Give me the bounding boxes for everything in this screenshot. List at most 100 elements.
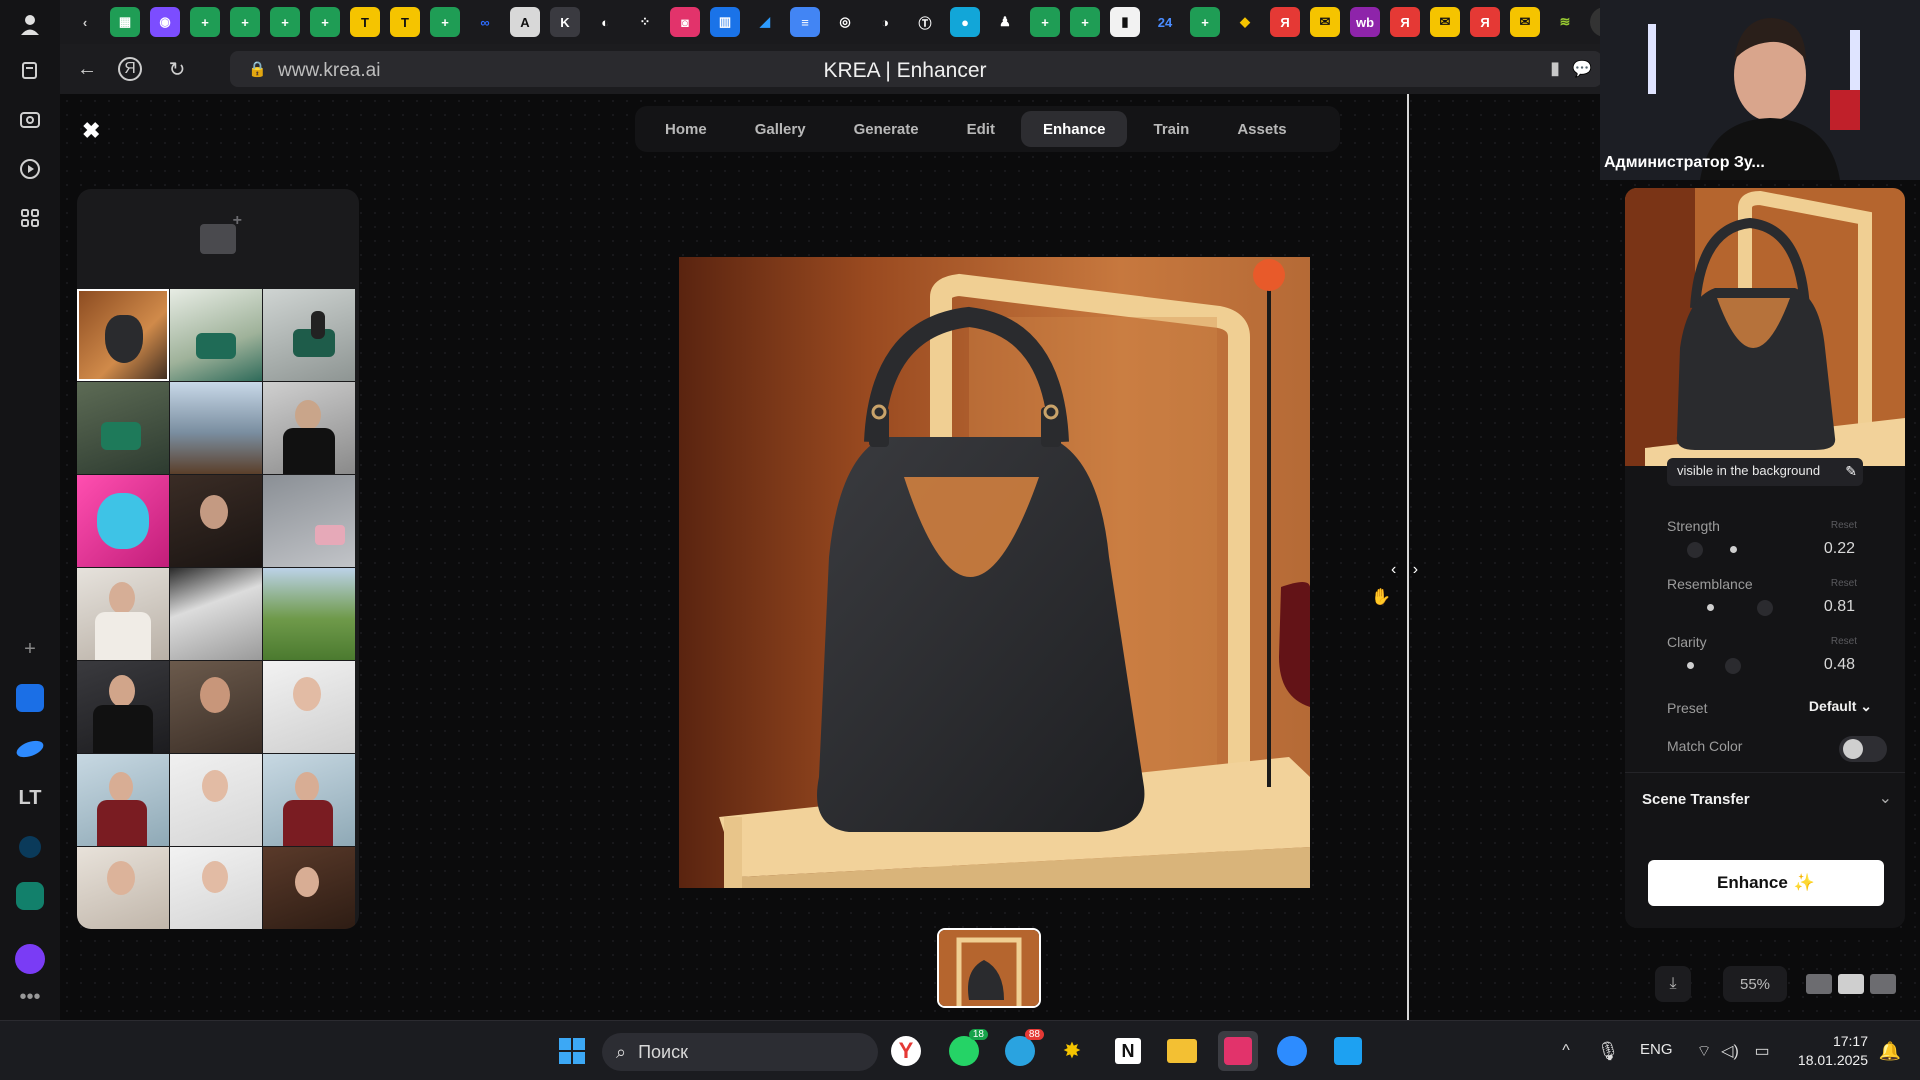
taskbar-search[interactable]: ⌕ Поиск xyxy=(602,1033,878,1071)
tab-sheets-icon[interactable]: + xyxy=(1030,7,1060,37)
match-color-toggle[interactable] xyxy=(1839,736,1887,762)
screenshot-icon[interactable] xyxy=(15,105,45,135)
tab-gray2-icon[interactable]: ◎ xyxy=(830,7,860,37)
whatsapp-icon[interactable]: 18 xyxy=(944,1029,988,1071)
add-icon[interactable]: + xyxy=(15,634,45,664)
tray-chevron-icon[interactable]: ^ xyxy=(1546,1031,1586,1071)
tab-person-icon[interactable]: ♟ xyxy=(990,7,1020,37)
yandex-icon[interactable]: Я xyxy=(118,57,142,81)
zoom-app-icon[interactable] xyxy=(1272,1031,1312,1071)
asset-thumb[interactable] xyxy=(77,382,169,474)
profile-icon[interactable] xyxy=(15,10,45,40)
tab-yellow-icon[interactable]: T xyxy=(350,7,380,37)
resemblance-slider[interactable]: Resemblance Reset 0.81 xyxy=(1667,576,1867,626)
tab-white-icon[interactable]: ▮ xyxy=(1110,7,1140,37)
clarity-slider[interactable]: Clarity Reset 0.48 xyxy=(1667,634,1867,684)
asset-thumb[interactable] xyxy=(77,568,169,660)
tab-sheets-icon[interactable]: + xyxy=(430,7,460,37)
single-view-icon[interactable] xyxy=(1806,974,1832,994)
download-icon[interactable]: ⤓ xyxy=(1655,966,1691,1002)
tab-yellow-icon[interactable]: T xyxy=(390,7,420,37)
sparkle-app-icon[interactable]: ✸ xyxy=(1052,1031,1092,1071)
url-field[interactable]: 🔒 www.krea.ai KREA | Enhancer ▮ xyxy=(230,51,1580,87)
asset-thumb[interactable] xyxy=(170,382,262,474)
active-app-icon[interactable] xyxy=(1218,1031,1258,1071)
tab-sheets-icon[interactable]: ▦ xyxy=(110,7,140,37)
prompt-field[interactable]: visible in the background ✎ xyxy=(1667,458,1863,486)
compare-split-line[interactable] xyxy=(1407,94,1409,1020)
strength-track[interactable] xyxy=(1687,542,1797,558)
nav-assets[interactable]: Assets xyxy=(1215,111,1308,147)
tab-mail-icon[interactable]: ✉ xyxy=(1430,7,1460,37)
asset-thumb[interactable] xyxy=(263,661,355,753)
enhanced-image[interactable] xyxy=(679,257,1310,888)
play-icon[interactable] xyxy=(15,154,45,184)
back-arrow-icon[interactable]: ← xyxy=(72,54,102,84)
krea-logo[interactable]: ✖ xyxy=(82,118,100,144)
preset-row[interactable]: Preset Default ⌄ xyxy=(1667,698,1872,722)
tab-wb-icon[interactable]: wb xyxy=(1350,7,1380,37)
notion-icon[interactable]: N xyxy=(1108,1031,1148,1071)
tab-sheets-icon[interactable]: + xyxy=(230,7,260,37)
nav-enhance[interactable]: Enhance xyxy=(1020,111,1128,147)
tab-24-icon[interactable]: 24 xyxy=(1150,7,1180,37)
language-indicator[interactable]: ENG xyxy=(1640,1041,1673,1058)
asset-thumb[interactable] xyxy=(77,475,169,567)
battery-icon[interactable]: ▭ xyxy=(1742,1031,1782,1071)
tab-sheets-icon[interactable]: + xyxy=(190,7,220,37)
tab-t-icon[interactable]: Ⓣ xyxy=(910,7,940,37)
tab-green-icon[interactable]: ≋ xyxy=(1550,7,1580,37)
strength-slider[interactable]: Strength Reset 0.22 xyxy=(1667,518,1867,568)
compare-handle-icon[interactable]: ‹ › xyxy=(1391,561,1424,579)
resemblance-track[interactable] xyxy=(1687,600,1797,616)
app-circle-icon[interactable] xyxy=(15,832,45,862)
back-tabs-icon[interactable]: ‹ xyxy=(70,7,100,37)
yandex-browser-icon[interactable]: Y xyxy=(886,1031,926,1071)
scene-transfer-row[interactable]: Scene Transfer ⌄ xyxy=(1642,788,1892,818)
clarity-knob[interactable] xyxy=(1725,658,1741,674)
tab-sheets-icon[interactable]: + xyxy=(310,7,340,37)
tab-sheets-icon[interactable]: + xyxy=(1070,7,1100,37)
tab-blue-icon[interactable]: ∞ xyxy=(470,7,500,37)
split-view-icon[interactable] xyxy=(1838,974,1864,994)
app-disk-icon[interactable] xyxy=(14,734,46,764)
draw-app-icon[interactable] xyxy=(1328,1031,1368,1071)
nav-gallery[interactable]: Gallery xyxy=(733,111,828,147)
asset-thumb[interactable] xyxy=(170,475,262,567)
asset-thumb[interactable] xyxy=(263,568,355,660)
resemblance-knob[interactable] xyxy=(1757,600,1773,616)
app-alice-icon[interactable] xyxy=(15,944,45,974)
strength-reset[interactable]: Reset xyxy=(1831,520,1857,531)
tab-chat-icon[interactable]: ● xyxy=(950,7,980,37)
tab-dots-icon[interactable]: ⁘ xyxy=(630,7,660,37)
asset-thumb[interactable] xyxy=(263,847,355,929)
tab-docs-icon[interactable]: ≡ xyxy=(790,7,820,37)
tab-krea-icon[interactable]: K xyxy=(550,7,580,37)
nav-generate[interactable]: Generate xyxy=(832,111,941,147)
asset-thumb[interactable] xyxy=(263,289,355,381)
notification-bell-icon[interactable]: 🔔 xyxy=(1870,1031,1910,1071)
asset-thumb[interactable] xyxy=(77,661,169,753)
zoom-level[interactable]: 55% xyxy=(1723,966,1787,1002)
collections-icon[interactable] xyxy=(15,56,45,86)
asset-thumb[interactable] xyxy=(263,754,355,846)
tab-mail-icon[interactable]: ✉ xyxy=(1310,7,1340,37)
result-thumbnail[interactable] xyxy=(937,928,1041,1008)
tab-purple-icon[interactable]: ◉ xyxy=(150,7,180,37)
nav-train[interactable]: Train xyxy=(1131,111,1211,147)
asset-thumb[interactable] xyxy=(77,289,169,381)
apps-grid-icon[interactable] xyxy=(15,203,45,233)
tab-pink-icon[interactable]: ◙ xyxy=(670,7,700,37)
microphone-icon[interactable]: 🎙 xyxy=(1588,1031,1628,1071)
tab-sheets-icon[interactable]: + xyxy=(270,7,300,37)
app-chatgpt-icon[interactable] xyxy=(15,881,45,911)
asset-thumb[interactable] xyxy=(170,754,262,846)
tab-flag-icon[interactable]: ◑ xyxy=(870,7,900,37)
tab-mail-icon[interactable]: ✉ xyxy=(1510,7,1540,37)
tab-sheets-icon[interactable]: + xyxy=(1190,7,1220,37)
tab-duck-icon[interactable]: ◆ xyxy=(1230,7,1260,37)
tab-gray-icon[interactable]: ◐ xyxy=(590,7,620,37)
asset-thumb[interactable] xyxy=(77,847,169,929)
asset-thumb[interactable] xyxy=(77,754,169,846)
resemblance-reset[interactable]: Reset xyxy=(1831,578,1857,589)
